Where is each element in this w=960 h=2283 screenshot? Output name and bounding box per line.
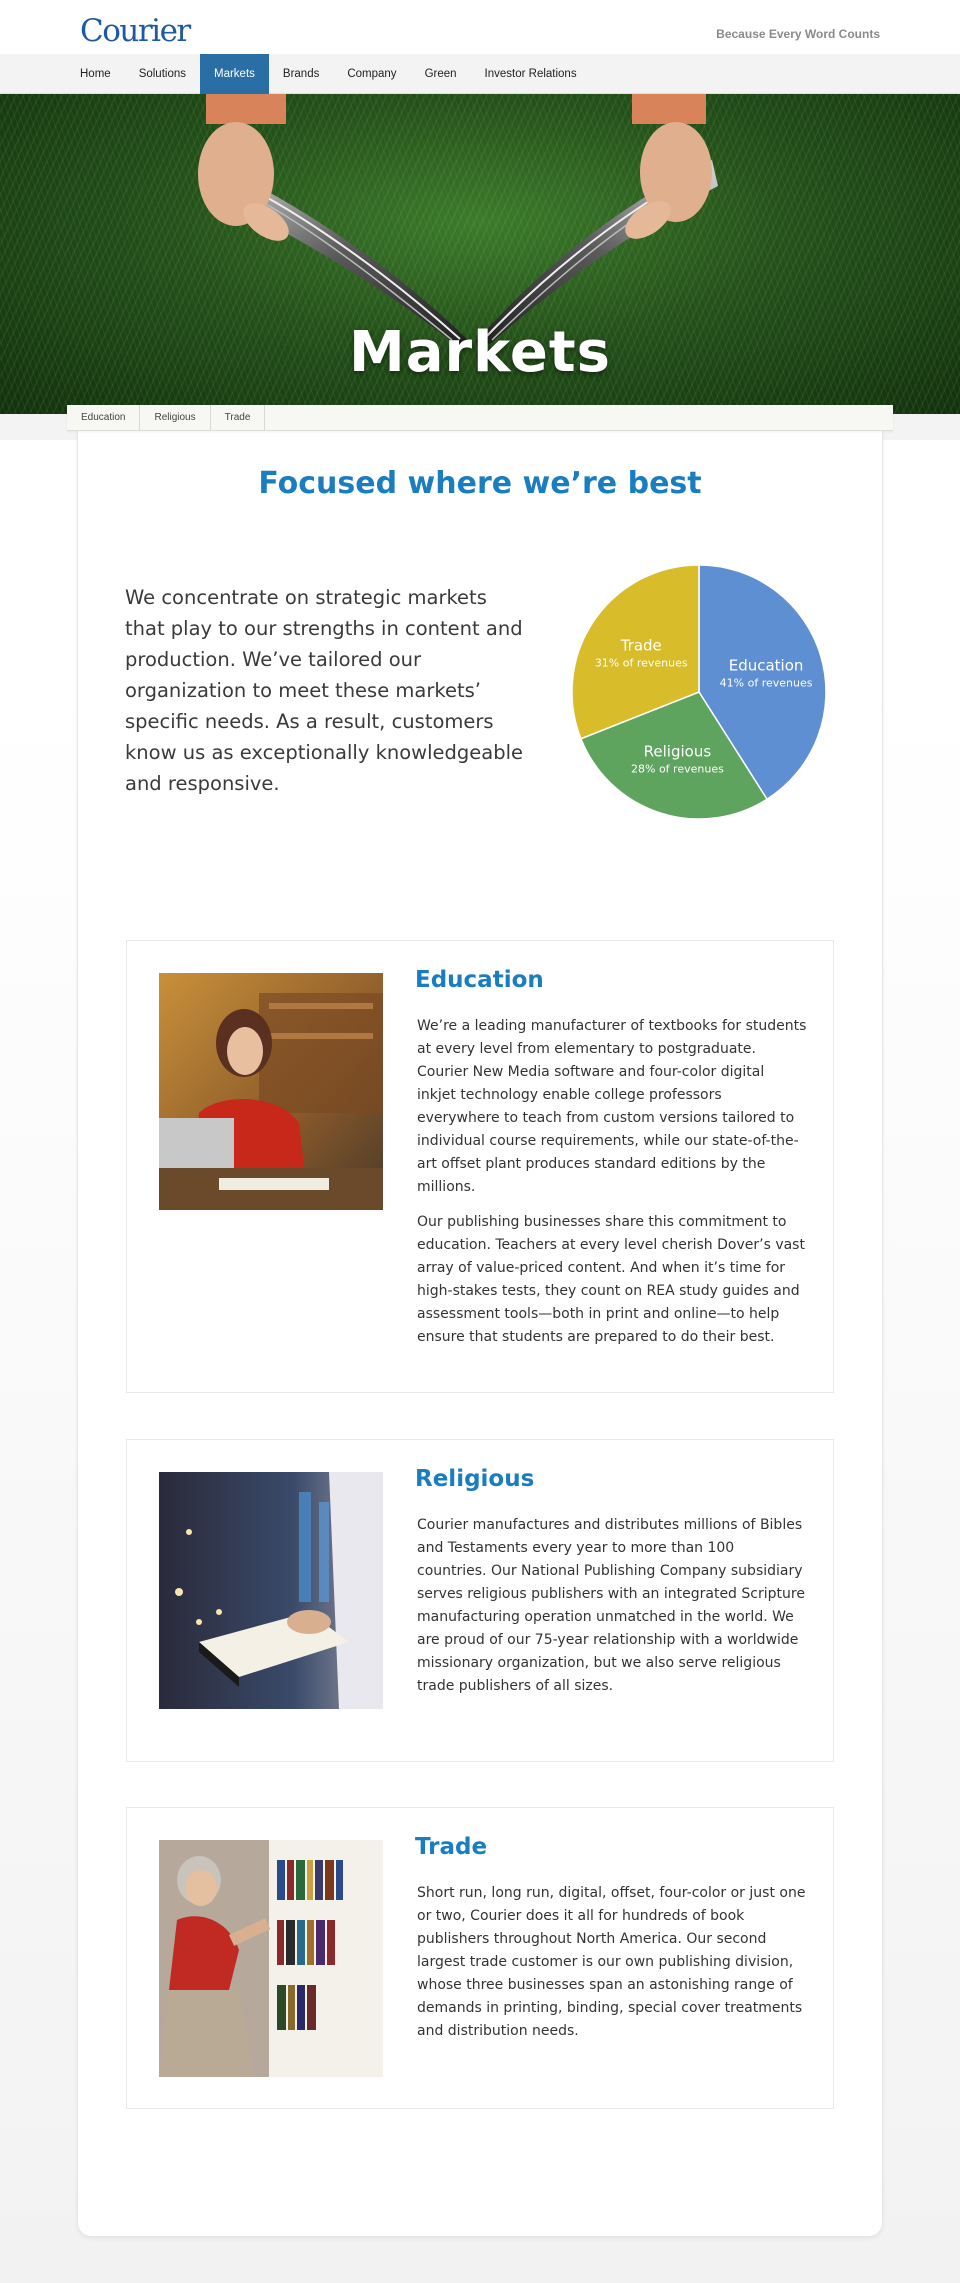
hero-title: Markets xyxy=(349,320,611,385)
subnav-item-education[interactable]: Education xyxy=(67,405,141,431)
section-education: Education We’re a leading manufacturer o… xyxy=(126,940,834,1393)
sub-nav: Education Religious Trade xyxy=(67,405,893,431)
section-trade: Trade Short run, long run, digital, offs… xyxy=(126,1807,834,2109)
section-title-religious: Religious xyxy=(415,1466,535,1492)
section-religious: Religious Courier manufactures and distr… xyxy=(126,1439,834,1762)
main-nav: Home Solutions Markets Brands Company Gr… xyxy=(0,54,960,94)
education-photo xyxy=(159,973,383,1210)
tagline: Because Every Word Counts xyxy=(716,27,880,41)
pie-value-label-religious: 28% of revenues xyxy=(631,762,724,775)
top-bar: Courier Because Every Word Counts xyxy=(0,0,960,54)
pie-label-trade: Trade xyxy=(620,637,662,655)
nav-item-home[interactable]: Home xyxy=(66,54,125,94)
page-headline: Focused where we’re best xyxy=(258,466,702,501)
nav-item-green[interactable]: Green xyxy=(411,54,471,94)
pie-label-education: Education xyxy=(729,657,804,675)
religious-photo xyxy=(159,1472,383,1709)
trade-photo xyxy=(159,1840,383,2077)
religious-paragraph-1: Courier manufactures and distributes mil… xyxy=(417,1517,805,1694)
trade-paragraph-1: Short run, long run, digital, offset, fo… xyxy=(417,1885,806,2039)
revenue-pie-chart: Education 41% of revenues Religious 28% of … xyxy=(571,564,827,820)
education-paragraph-1: We’re a leading manufacturer of textbook… xyxy=(417,1018,807,1195)
nav-item-solutions[interactable]: Solutions xyxy=(125,54,200,94)
pie-value-label-education: 41% of revenues xyxy=(720,677,813,690)
section-title-trade: Trade xyxy=(415,1834,488,1860)
pie-value-label-trade: 31% of revenues xyxy=(595,657,688,670)
nav-item-markets[interactable]: Markets xyxy=(200,54,269,94)
section-title-education: Education xyxy=(415,967,544,993)
subnav-item-religious[interactable]: Religious xyxy=(140,405,211,431)
hero-banner: Markets xyxy=(0,94,960,414)
education-paragraph-2: Our publishing businesses share this com… xyxy=(417,1214,805,1345)
subnav-item-trade[interactable]: Trade xyxy=(211,405,266,431)
courier-logo[interactable]: Courier xyxy=(80,16,191,47)
nav-item-brands[interactable]: Brands xyxy=(269,54,333,94)
nav-item-investor-relations[interactable]: Investor Relations xyxy=(471,54,591,94)
pie-label-religious: Religious xyxy=(644,742,712,760)
nav-item-company[interactable]: Company xyxy=(333,54,410,94)
intro-text: We concentrate on strategic markets that… xyxy=(125,586,524,795)
